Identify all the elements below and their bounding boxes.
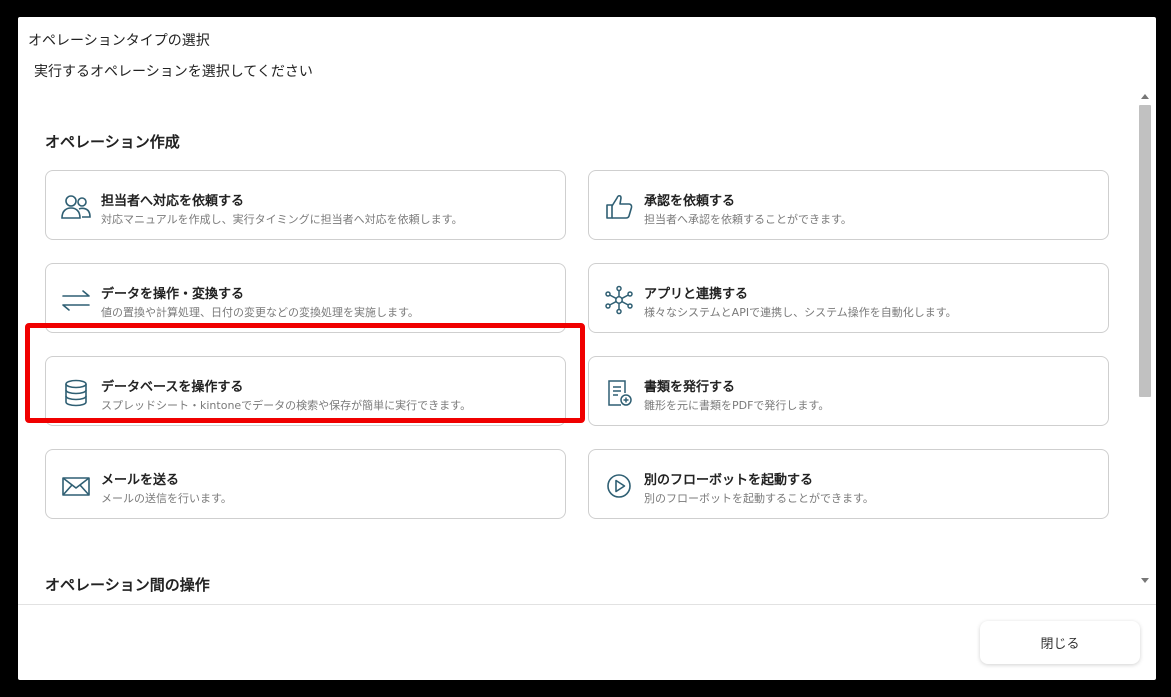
arrows-exchange-icon: [60, 285, 92, 315]
card-description: メールの送信を行います。: [101, 492, 232, 505]
card-app-integration[interactable]: アプリと連携する 様々なシステムとAPIで連携し、システム操作を自動化します。: [588, 263, 1109, 333]
card-title: データを操作・変換する: [101, 287, 245, 302]
footer-divider: [18, 604, 1156, 605]
card-description: 様々なシステムとAPIで連携し、システム操作を自動化します。: [644, 306, 957, 319]
card-database-operation[interactable]: データベースを操作する スプレッドシート・kintoneでデータの検索や保存が簡…: [45, 356, 566, 426]
play-circle-icon: [603, 471, 635, 501]
document-add-icon: [603, 378, 635, 408]
card-description: スプレッドシート・kintoneでデータの検索や保存が簡単に実行できます。: [101, 399, 472, 412]
section-title-create: オペレーション作成: [45, 133, 180, 151]
close-button[interactable]: 閉じる: [980, 621, 1140, 664]
operation-list[interactable]: オペレーション作成 担当者へ対応を依頼する 対応マニュアルを作成し、実行タイミン…: [18, 103, 1136, 603]
section-title-between: オペレーション間の操作: [45, 576, 210, 594]
card-description: 担当者へ承認を依頼することができます。: [644, 213, 852, 226]
card-title: データベースを操作する: [101, 380, 244, 395]
dialog-title: オペレーションタイプの選択: [28, 33, 210, 49]
card-transform-data[interactable]: データを操作・変換する 値の置換や計算処理、日付の変更などの変換処理を実施します…: [45, 263, 566, 333]
card-request-staff[interactable]: 担当者へ対応を依頼する 対応マニュアルを作成し、実行タイミングに担当者へ対応を依…: [45, 170, 566, 240]
operation-type-dialog: オペレーションタイプの選択 実行するオペレーションを選択してください オペレーシ…: [18, 17, 1156, 680]
network-hub-icon: [603, 285, 635, 315]
card-description: 値の置換や計算処理、日付の変更などの変換処理を実施します。: [101, 306, 419, 319]
card-description: 対応マニュアルを作成し、実行タイミングに担当者へ対応を依頼します。: [101, 213, 463, 226]
card-launch-flowbot[interactable]: 別のフローボットを起動する 別のフローボットを起動することができます。: [588, 449, 1109, 519]
card-title: 書類を発行する: [644, 380, 736, 395]
thumbs-up-icon: [603, 192, 635, 222]
people-icon: [60, 192, 92, 222]
scroll-down-arrow-icon[interactable]: [1141, 578, 1149, 583]
card-description: 雛形を元に書類をPDFで発行します。: [644, 399, 830, 412]
card-title: 担当者へ対応を依頼する: [101, 194, 245, 209]
card-request-approval[interactable]: 承認を依頼する 担当者へ承認を依頼することができます。: [588, 170, 1109, 240]
card-issue-document[interactable]: 書類を発行する 雛形を元に書類をPDFで発行します。: [588, 356, 1109, 426]
card-title: アプリと連携する: [644, 287, 749, 302]
dialog-subtitle: 実行するオペレーションを選択してください: [34, 64, 313, 80]
card-title: 承認を依頼する: [644, 194, 736, 209]
database-icon: [60, 378, 92, 408]
card-title: 別のフローボットを起動する: [644, 473, 814, 488]
scrollbar[interactable]: [1138, 89, 1152, 585]
scrollbar-thumb[interactable]: [1139, 105, 1151, 397]
envelope-icon: [60, 471, 92, 501]
card-title: メールを送る: [101, 473, 180, 488]
card-description: 別のフローボットを起動することができます。: [644, 492, 874, 505]
card-send-mail[interactable]: メールを送る メールの送信を行います。: [45, 449, 566, 519]
scroll-up-arrow-icon[interactable]: [1141, 94, 1149, 99]
